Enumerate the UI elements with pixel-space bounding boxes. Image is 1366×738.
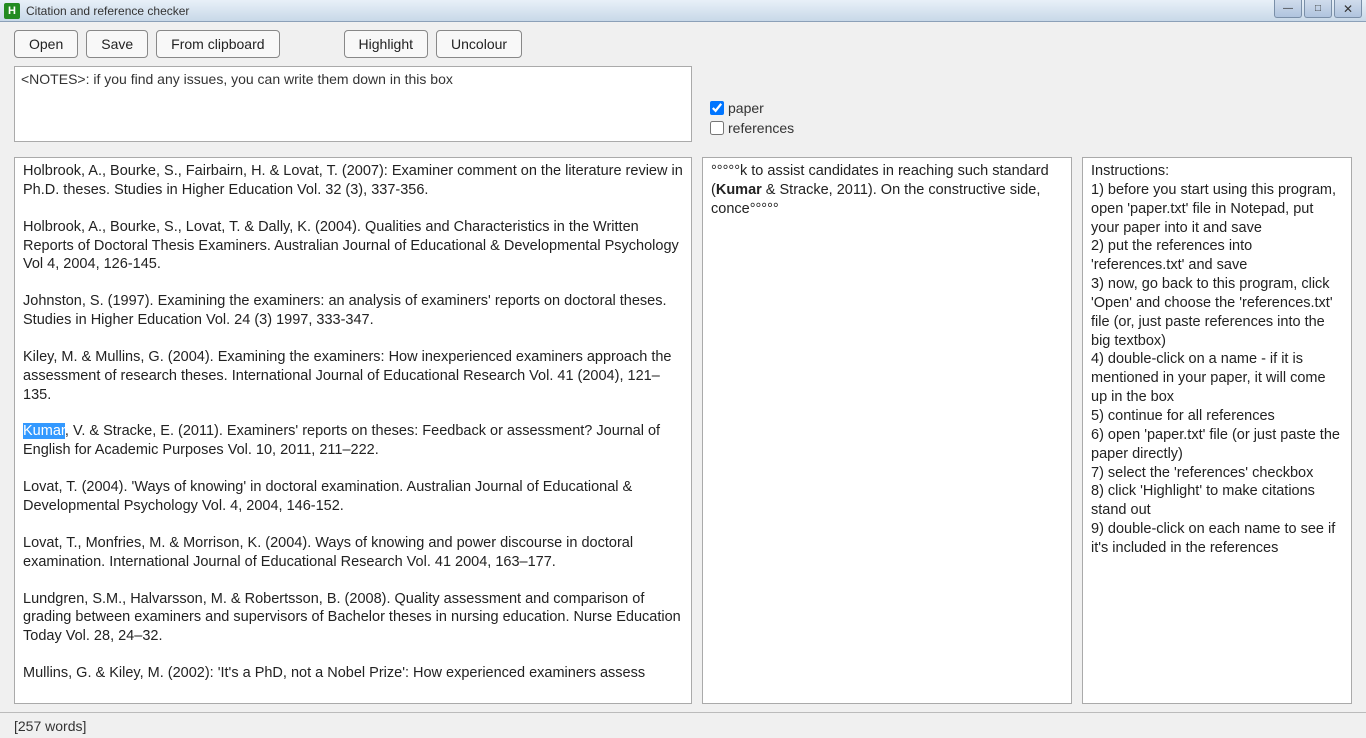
instruction-line: 2) put the references into 'references.t…: [1091, 237, 1343, 275]
instruction-line: 6) open 'paper.txt' file (or just paste …: [1091, 426, 1343, 464]
reference-entry[interactable]: Mullins, G. & Kiley, M. (2002): 'It's a …: [23, 664, 683, 683]
instructions-heading: Instructions:: [1091, 162, 1343, 181]
reference-entry[interactable]: Holbrook, A., Bourke, S., Lovat, T. & Da…: [23, 218, 683, 275]
paper-checkbox-label: paper: [728, 100, 764, 116]
uncolour-button[interactable]: Uncolour: [436, 30, 522, 58]
toolbar: Open Save From clipboard Highlight Uncol…: [0, 22, 1366, 66]
instructions-pane[interactable]: Instructions: 1) before you start using …: [1082, 157, 1352, 704]
context-text: °°°°°k to assist candidates in reaching …: [711, 163, 1049, 217]
save-button[interactable]: Save: [86, 30, 148, 58]
reference-entry[interactable]: Johnston, S. (1997). Examining the exami…: [23, 292, 683, 330]
reference-entry[interactable]: Lovat, T., Monfries, M. & Morrison, K. (…: [23, 534, 683, 572]
instruction-line: 5) continue for all references: [1091, 407, 1343, 426]
view-checkboxes: paper references: [710, 100, 794, 136]
context-pane[interactable]: °°°°°k to assist candidates in reaching …: [702, 157, 1072, 704]
reference-entry[interactable]: Kiley, M. & Mullins, G. (2004). Examinin…: [23, 348, 683, 405]
paper-checkbox-row[interactable]: paper: [710, 100, 794, 116]
close-button[interactable]: ✕: [1334, 0, 1362, 18]
instruction-line: 8) click 'Highlight' to make citations s…: [1091, 482, 1343, 520]
reference-entry[interactable]: Holbrook, A., Bourke, S., Fairbairn, H. …: [23, 162, 683, 200]
instruction-line: 3) now, go back to this program, click '…: [1091, 275, 1343, 350]
references-checkbox-label: references: [728, 120, 794, 136]
instruction-line: 4) double-click on a name - if it is men…: [1091, 350, 1343, 407]
context-match: Kumar: [716, 182, 762, 198]
titlebar: H Citation and reference checker — □ ✕: [0, 0, 1366, 22]
from-clipboard-button[interactable]: From clipboard: [156, 30, 279, 58]
window-controls: — □ ✕: [1274, 0, 1362, 18]
main-area: Holbrook, A., Bourke, S., Fairbairn, H. …: [0, 151, 1366, 712]
references-pane[interactable]: Holbrook, A., Bourke, S., Fairbairn, H. …: [14, 157, 692, 704]
references-checkbox-row[interactable]: references: [710, 120, 794, 136]
reference-entry[interactable]: Lovat, T. (2004). 'Ways of knowing' in d…: [23, 478, 683, 516]
open-button[interactable]: Open: [14, 30, 78, 58]
maximize-button[interactable]: □: [1304, 0, 1332, 18]
highlighted-name[interactable]: Kumar: [23, 423, 65, 439]
notes-textarea[interactable]: [14, 66, 692, 142]
references-checkbox[interactable]: [710, 121, 724, 135]
instruction-line: 1) before you start using this program, …: [1091, 181, 1343, 238]
minimize-button[interactable]: —: [1274, 0, 1302, 18]
instruction-line: 9) double-click on each name to see if i…: [1091, 520, 1343, 558]
app-icon: H: [4, 3, 20, 19]
status-bar: [257 words]: [0, 712, 1366, 738]
highlight-button[interactable]: Highlight: [344, 30, 428, 58]
reference-entry[interactable]: Lundgren, S.M., Halvarsson, M. & Roberts…: [23, 590, 683, 647]
word-count: [257 words]: [14, 718, 86, 734]
reference-entry[interactable]: Kumar, V. & Stracke, E. (2011). Examiner…: [23, 422, 683, 460]
instruction-line: 7) select the 'references' checkbox: [1091, 464, 1343, 483]
window-title: Citation and reference checker: [26, 4, 189, 18]
paper-checkbox[interactable]: [710, 101, 724, 115]
